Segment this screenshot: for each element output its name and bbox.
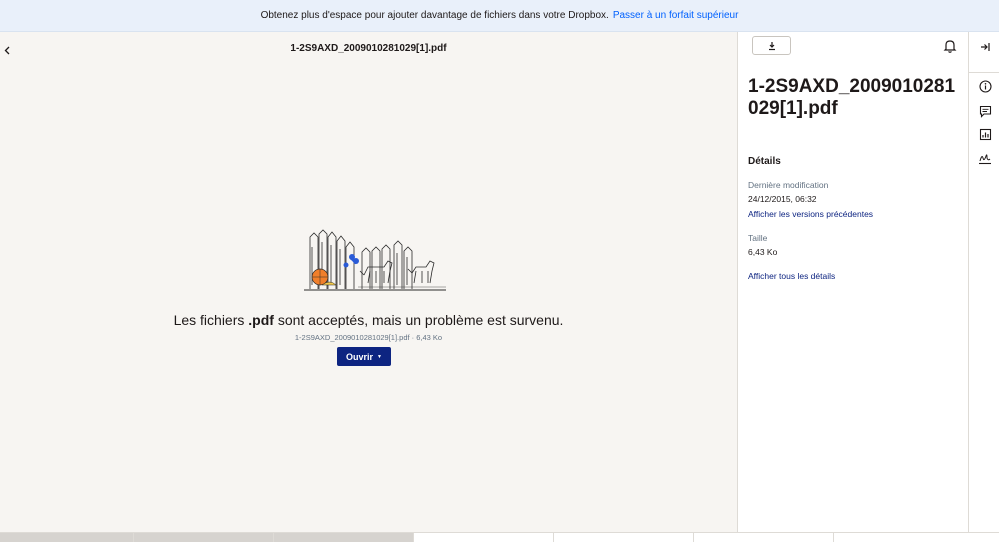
collapse-panel-button[interactable] — [977, 39, 993, 55]
activity-chart-icon — [979, 128, 991, 140]
bell-icon — [943, 40, 957, 53]
right-rail — [968, 32, 999, 532]
info-icon — [978, 79, 992, 93]
versions-link[interactable]: Afficher les versions précédentes — [748, 209, 873, 219]
upgrade-link[interactable]: Passer à un forfait supérieur — [613, 10, 739, 21]
bottom-segment — [554, 533, 694, 542]
details-sidebar: 1-2S9AXD_2009010281029[1].pdf Détails De… — [737, 32, 968, 532]
signature-icon — [979, 153, 991, 164]
size-label: Taille — [748, 233, 768, 243]
file-meta: 1-2S9AXD_2009010281029[1].pdf · 6,43 Ko — [294, 333, 443, 342]
open-button[interactable]: Ouvrir ▼ — [337, 347, 391, 366]
download-button[interactable] — [752, 36, 791, 55]
size-value: 6,43 Ko — [748, 247, 778, 257]
rail-divider — [969, 72, 999, 73]
banner-text: Obtenez plus d'espace pour ajouter davan… — [260, 10, 609, 21]
bottom-segment — [134, 533, 274, 542]
file-preview-area: 1-2S9AXD_2009010281029[1].pdf Les fichie… — [0, 32, 737, 532]
collapse-panel-icon — [981, 43, 990, 51]
notifications-button[interactable] — [942, 38, 960, 56]
signature-button[interactable] — [977, 150, 993, 166]
open-button-label: Ouvrir — [346, 351, 374, 362]
bottom-segment — [0, 533, 134, 542]
upgrade-banner: Obtenez plus d'espace pour ajouter davan… — [0, 0, 999, 32]
error-message: Les fichiers .pdf sont acceptés, mais un… — [173, 312, 564, 328]
activity-button[interactable] — [977, 126, 993, 142]
modified-value: 24/12/2015, 06:32 — [748, 194, 817, 204]
comments-button[interactable] — [977, 103, 993, 119]
bottom-segment — [274, 533, 414, 542]
details-heading: Détails — [748, 156, 781, 167]
caret-down-icon: ▼ — [377, 353, 382, 360]
comment-icon — [979, 105, 991, 118]
bottom-segment — [694, 533, 834, 542]
modified-label: Dernière modification — [748, 180, 829, 190]
all-details-link[interactable]: Afficher tous les détails — [748, 271, 835, 281]
download-icon — [768, 41, 775, 50]
file-title: 1-2S9AXD_2009010281029[1].pdf — [290, 43, 447, 54]
file-extension: .pdf — [248, 312, 274, 328]
bottom-segment — [414, 533, 554, 542]
info-button[interactable] — [977, 78, 993, 94]
bottom-strip — [0, 532, 999, 542]
sidebar-file-title: 1-2S9AXD_2009010281029[1].pdf — [748, 76, 956, 119]
fence-dogs-illustration — [304, 229, 446, 291]
